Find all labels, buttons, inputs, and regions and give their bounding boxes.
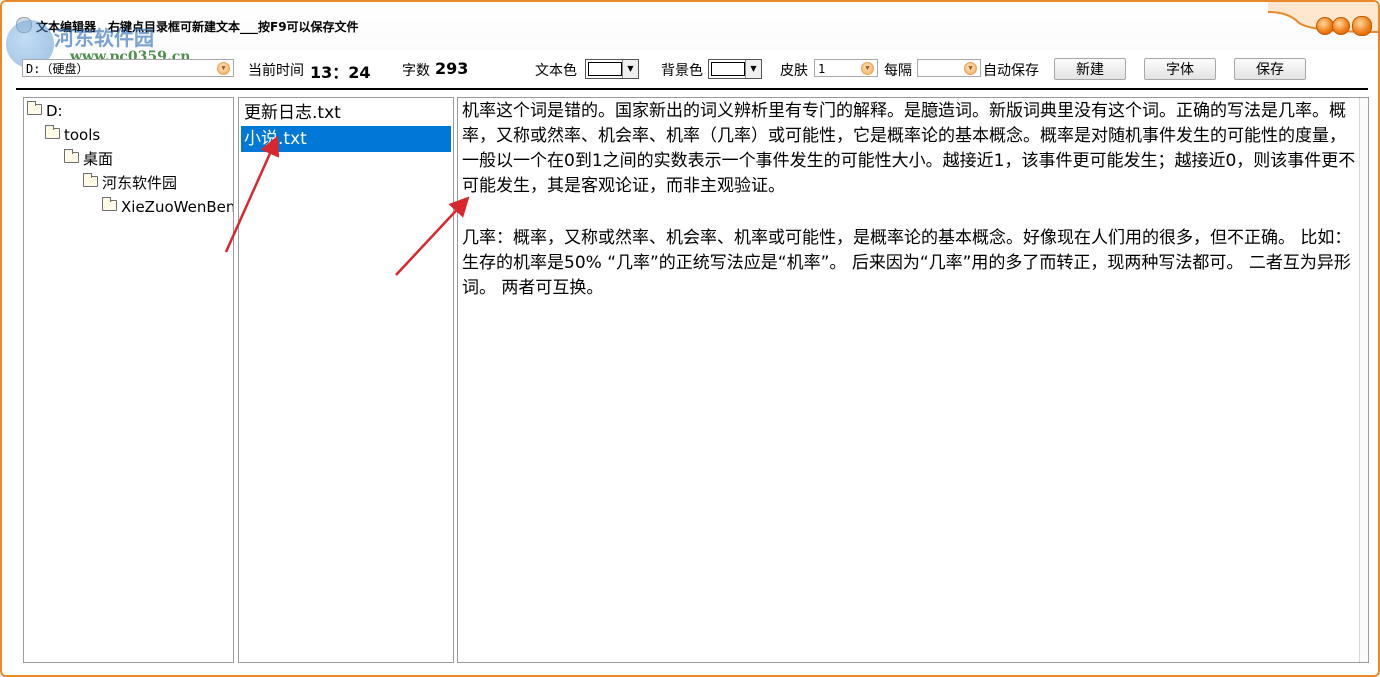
maximize-button[interactable] [1332, 17, 1350, 35]
tree-node-drive[interactable]: D: [27, 100, 63, 122]
skin-select-value: 1 [818, 62, 826, 76]
folder-icon [83, 173, 98, 187]
text-editor[interactable]: 机率这个词是错的。国家新出的词义辨析里有专门的解释。是臆造词。新版词典里没有这个… [457, 97, 1369, 663]
font-button[interactable]: 字体 [1144, 58, 1216, 80]
interval-select[interactable]: ▼ [917, 59, 981, 77]
app-window: 文本编辑器 右键点目录框可新建文本___按F9可以保存文件 河东软件园 www.… [0, 0, 1380, 677]
tree-node-xiezuowenben[interactable]: XieZuoWenBen [102, 196, 234, 218]
tree-node-label: D: [46, 102, 63, 120]
bg-color-picker[interactable]: ▼ [708, 59, 762, 79]
toolbar: D:（硬盘） ▼ 当前时间 13：24 字数 293 文本色 ▼ 背景色 ▼ 皮… [2, 50, 1378, 90]
tree-node-label: XieZuoWenBen [121, 198, 234, 216]
new-button[interactable]: 新建 [1054, 58, 1126, 80]
tree-node-label: 河东软件园 [102, 174, 178, 192]
chevron-down-icon[interactable]: ▼ [861, 62, 874, 75]
word-count-label: 字数 [402, 63, 430, 79]
folder-icon [45, 125, 60, 139]
dropdown-arrow-icon[interactable]: ▼ [745, 60, 761, 78]
skin-label: 皮肤 [780, 63, 808, 79]
folder-open-icon [102, 197, 117, 211]
directory-tree[interactable]: D: tools 桌面 河东软件园 XieZuoWenBen [23, 97, 234, 663]
folder-icon [64, 149, 79, 163]
close-button[interactable] [1352, 16, 1372, 36]
skin-select[interactable]: 1 ▼ [814, 59, 878, 77]
autosave-label: 自动保存 [983, 63, 1039, 79]
text-color-picker[interactable]: ▼ [585, 59, 639, 79]
drive-select[interactable]: D:（硬盘） ▼ [22, 59, 234, 77]
tree-node-hedong[interactable]: 河东软件园 [83, 172, 177, 194]
chevron-down-icon[interactable]: ▼ [217, 62, 230, 75]
dropdown-arrow-icon[interactable]: ▼ [622, 60, 638, 78]
drive-select-value: D:（硬盘） [26, 62, 89, 76]
bg-color-label: 背景色 [661, 63, 703, 79]
editor-paragraph: 几率：概率，又称或然率、机会率、机率或可能性，是概率论的基本概念。好像现在人们用… [462, 228, 1352, 298]
time-label: 当前时间 [248, 63, 304, 79]
time-value: 13：24 [310, 63, 371, 82]
tree-node-label: tools [64, 126, 101, 144]
file-item-novel[interactable]: 小说.txt [241, 126, 451, 152]
word-count-value: 293 [435, 59, 469, 78]
tree-node-label: 桌面 [83, 150, 114, 168]
text-color-label: 文本色 [535, 63, 577, 79]
vertical-scrollbar[interactable] [1359, 98, 1368, 662]
tree-node-tools[interactable]: tools [45, 124, 100, 146]
folder-icon [27, 101, 42, 115]
bg-color-swatch [711, 62, 745, 76]
interval-label: 每隔 [884, 63, 912, 79]
file-list[interactable]: 更新日志.txt 小说.txt [238, 97, 454, 663]
watermark-name: 河东软件园 [54, 26, 154, 50]
tree-node-desktop[interactable]: 桌面 [64, 148, 113, 170]
text-color-swatch [588, 62, 622, 76]
chevron-down-icon[interactable]: ▼ [964, 62, 977, 75]
save-button[interactable]: 保存 [1234, 58, 1306, 80]
toolbar-divider [16, 88, 1368, 90]
file-item-changelog[interactable]: 更新日志.txt [241, 100, 451, 126]
editor-paragraph: 机率这个词是错的。国家新出的词义辨析里有专门的解释。是臆造词。新版词典里没有这个… [462, 101, 1356, 196]
